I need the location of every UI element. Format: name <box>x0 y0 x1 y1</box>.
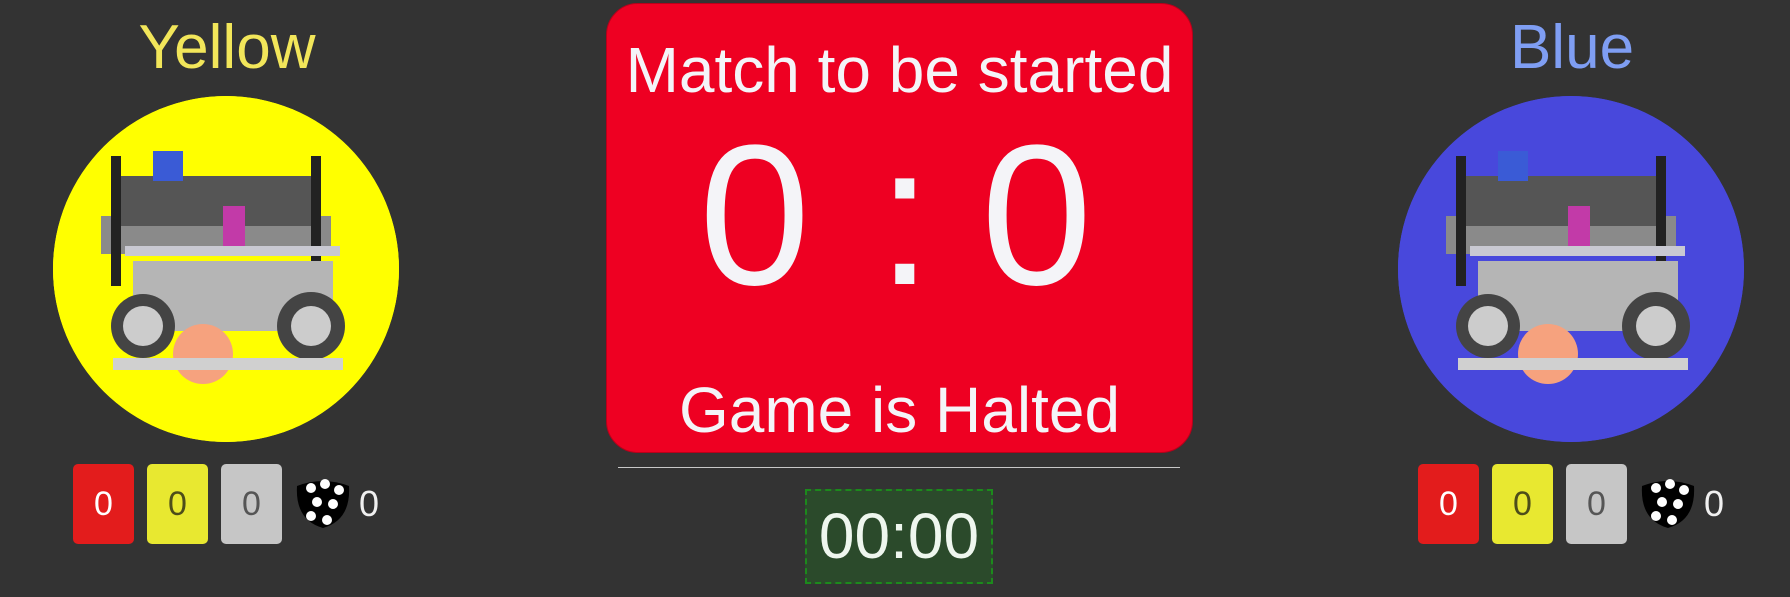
game-state: Game is Halted <box>678 374 1121 446</box>
robot-image <box>53 96 399 442</box>
yellow-card-count: 0 <box>147 464 208 544</box>
match-timer: 00:00 <box>805 489 993 584</box>
scoreboard: Match to be started 0 : 0 Game is Halted <box>606 3 1193 453</box>
score-separator: : <box>877 104 933 327</box>
red-card-count: 0 <box>73 464 134 544</box>
ball-count: 0 <box>1704 483 1725 524</box>
team-blue-logo <box>1398 96 1744 442</box>
ball-icon <box>296 479 350 528</box>
grey-card-count: 0 <box>221 464 282 544</box>
score: 0 : 0 <box>607 116 1192 316</box>
ball-icon <box>1641 479 1695 528</box>
match-state: Match to be started <box>625 34 1174 106</box>
divider <box>618 467 1180 468</box>
team-yellow-name: Yellow <box>138 13 316 82</box>
grey-card-count: 0 <box>1566 464 1627 544</box>
yellow-card-count: 0 <box>1492 464 1553 544</box>
score-blue: 0 <box>981 104 1093 327</box>
team-yellow-logo <box>53 96 399 442</box>
score-yellow: 0 <box>699 104 811 327</box>
red-card-count: 0 <box>1418 464 1479 544</box>
team-yellow-panel: Yellow 0 0 0 0 <box>47 0 407 597</box>
ball-count: 0 <box>359 483 380 524</box>
team-blue-panel: Blue 0 0 0 0 <box>1392 0 1752 597</box>
robot-image <box>1398 96 1744 442</box>
team-blue-name: Blue <box>1509 13 1635 82</box>
